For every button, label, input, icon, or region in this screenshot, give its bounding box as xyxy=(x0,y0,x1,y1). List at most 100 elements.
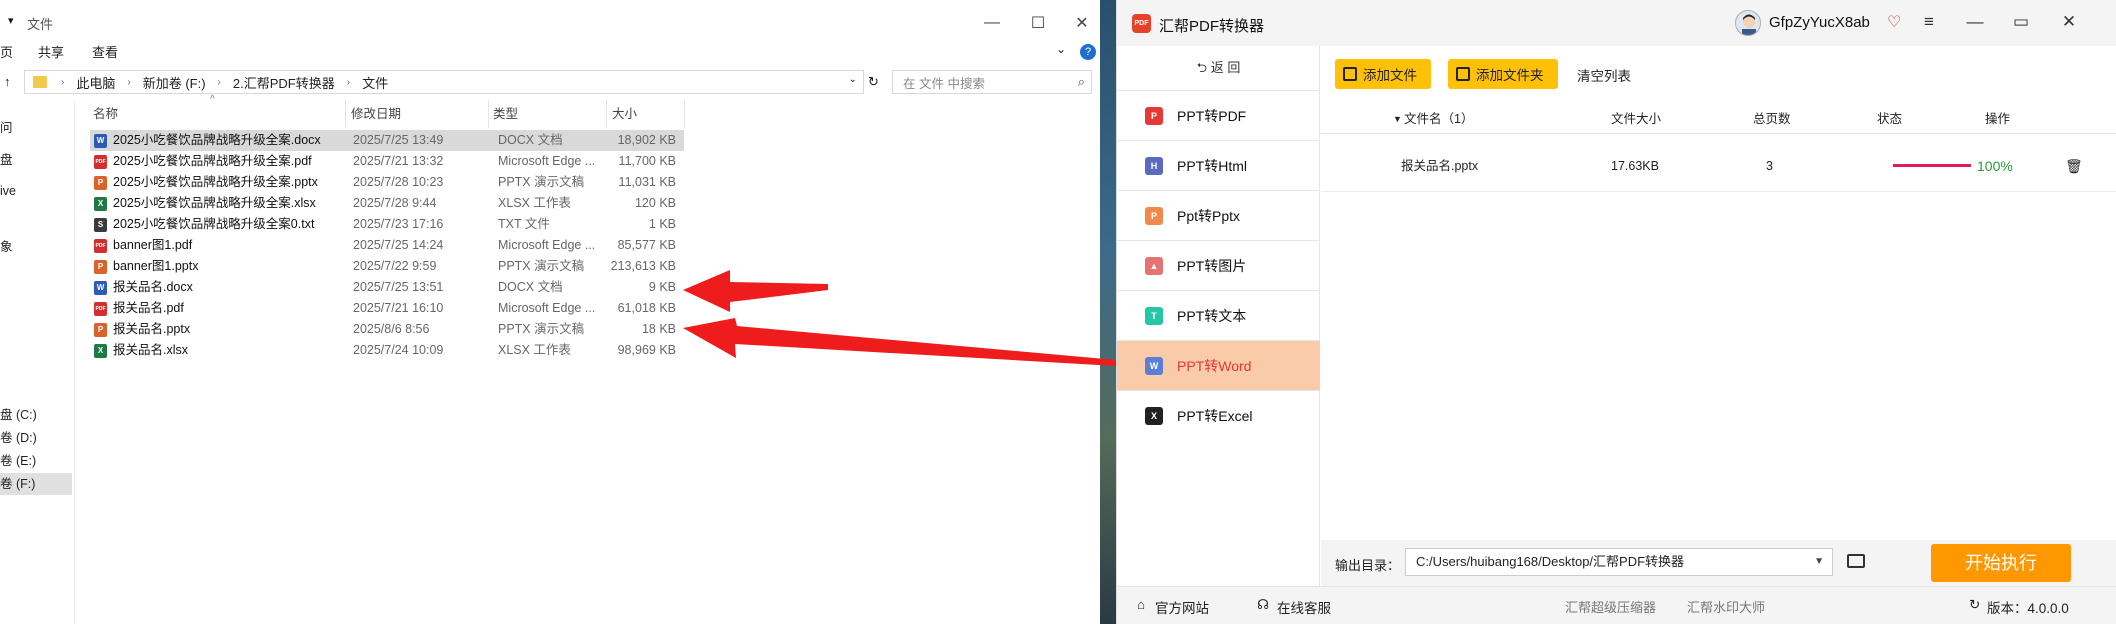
file-row[interactable]: S 2025小吃餐饮品牌战略升级全案0.txt 2025/7/23 17:16 TXT… xyxy=(90,214,684,235)
sidebar-item-ppt-word[interactable]: W PPT转Word xyxy=(1117,340,1320,390)
chevron-down-icon[interactable]: ⌄ xyxy=(849,74,857,85)
tab-share[interactable]: 共享 xyxy=(38,42,64,61)
file-row[interactable]: X 报关品名.xlsx 2025/7/24 10:09 XLSX 工作表 98,969 … xyxy=(90,340,684,361)
folder-add-icon xyxy=(1456,67,1470,81)
pptx-icon: P xyxy=(1145,207,1163,225)
app-titlebar: PDF 汇帮PDF转换器 GfpZyYucX8ab ♡ ≡ — ▭ ✕ xyxy=(1117,0,2116,46)
file-row[interactable]: PDF 2025小吃餐饮品牌战略升级全案.pdf 2025/7/21 13:32 Mi… xyxy=(90,151,684,172)
word-icon: W xyxy=(1145,357,1163,375)
output-label: 输出目录： xyxy=(1335,558,1401,573)
help-icon[interactable]: ? xyxy=(1080,44,1096,60)
file-size: 120 KB xyxy=(634,196,676,210)
sidebar-item-ppt-pdf[interactable]: P PPT转PDF xyxy=(1117,90,1320,140)
column-header-date[interactable]: 修改日期 xyxy=(351,100,401,128)
header-filename: 文件名（1） xyxy=(1404,112,1474,126)
explorer-titlebar: ▾ 文件 — ☐ ✕ xyxy=(0,0,1100,42)
file-row[interactable]: W 2025小吃餐饮品牌战略升级全案.docx 2025/7/25 13:49 DOC… xyxy=(90,130,684,151)
app-name: 汇帮PDF转换器 xyxy=(1159,18,1265,35)
file-date: 2025/7/22 9:59 xyxy=(353,259,437,273)
watermark-link[interactable]: 汇帮水印大师 xyxy=(1687,597,1765,616)
maximize-button[interactable]: ▭ xyxy=(2009,12,2033,32)
file-size: 61,018 KB xyxy=(617,301,676,315)
nav-item-drive-c[interactable]: 盘 (C:) xyxy=(0,404,72,426)
file-row[interactable]: P 报关品名.pptx 2025/8/6 8:56 PPTX 演示文稿 18 KB xyxy=(90,319,684,340)
close-button[interactable]: ✕ xyxy=(2057,12,2081,32)
up-arrow-icon[interactable]: ↑ xyxy=(4,74,11,89)
file-type: PPTX 演示文稿 xyxy=(498,259,585,273)
username[interactable]: GfpZyYucX8ab xyxy=(1769,14,1870,31)
file-size: 11,031 KB xyxy=(618,175,676,189)
breadcrumb-drive[interactable]: 新加卷 (F:) xyxy=(143,73,206,92)
tab-view[interactable]: 查看 xyxy=(92,42,118,61)
compressor-link[interactable]: 汇帮超级压缩器 xyxy=(1565,597,1656,616)
file-row[interactable]: P 2025小吃餐饮品牌战略升级全案.pptx 2025/7/28 10:23 PPT… xyxy=(90,172,684,193)
file-row[interactable]: W 报关品名.docx 2025/7/25 13:51 DOCX 文档 9 KB xyxy=(90,277,684,298)
close-button[interactable]: ✕ xyxy=(1062,10,1102,36)
file-date: 2025/8/6 8:56 xyxy=(353,322,430,336)
file-size: 18 KB xyxy=(641,322,676,336)
online-service-link[interactable]: 在线客服 xyxy=(1277,597,1331,617)
minimize-button[interactable]: — xyxy=(1963,12,1987,32)
sidebar-item-ppt-[interactable]: T PPT转文本 xyxy=(1117,290,1320,340)
column-header-name[interactable]: 名称 xyxy=(93,100,118,128)
nav-item[interactable]: 问 xyxy=(0,117,72,139)
file-name: 2025小吃餐饮品牌战略升级全案.xlsx xyxy=(113,196,316,210)
file-date: 2025/7/25 14:24 xyxy=(353,238,444,252)
file-row[interactable]: X 2025小吃餐饮品牌战略升级全案.xlsx 2025/7/28 9:44 XLSX… xyxy=(90,193,684,214)
search-input[interactable]: 在 文件 中搜索 ⌕ xyxy=(892,70,1092,94)
back-label: 返 回 xyxy=(1210,60,1241,75)
file-row[interactable]: PDF 报关品名.pdf 2025/7/21 16:10 Microsoft Edge… xyxy=(90,298,684,319)
sort-arrow-icon[interactable]: ▼ xyxy=(1393,104,1402,134)
column-header-size[interactable]: 大小 xyxy=(612,100,637,128)
start-button[interactable]: 开始执行 xyxy=(1931,544,2071,582)
file-table-row[interactable]: 报关品名.pptx 17.63KB 3 100% 🗑 xyxy=(1321,140,2116,192)
headset-icon: ☊ xyxy=(1257,597,1269,612)
minimize-button[interactable]: — xyxy=(972,10,1012,36)
nav-item-drive-e[interactable]: 卷 (E:) xyxy=(0,450,72,472)
file-name: 报关品名.pptx xyxy=(113,322,191,336)
breadcrumb-folder[interactable]: 2.汇帮PDF转换器 xyxy=(233,73,335,92)
sidebar-item-ppt-[interactable]: ▲ PPT转图片 xyxy=(1117,240,1320,290)
sidebar-item-ppt-pptx[interactable]: P Ppt转Pptx xyxy=(1117,190,1320,240)
file-row[interactable]: PDF banner图1.pdf 2025/7/25 14:24 Microsoft … xyxy=(90,235,684,256)
file-type: DOCX 文档 xyxy=(498,280,563,294)
add-folder-button[interactable]: 添加文件夹 xyxy=(1448,59,1558,89)
sidebar-item-label: PPT转文本 xyxy=(1177,307,1247,324)
clear-list-button[interactable]: 清空列表 xyxy=(1577,65,1631,85)
sidebar-item-ppt-excel[interactable]: X PPT转Excel xyxy=(1117,390,1320,440)
nav-item[interactable]: ive xyxy=(0,180,72,202)
trash-icon[interactable]: 🗑 xyxy=(2065,140,2083,192)
file-name: 报关品名.xlsx xyxy=(113,343,189,357)
file-date: 2025/7/24 10:09 xyxy=(353,343,444,357)
address-bar[interactable]: › 此电脑 › 新加卷 (F:) › 2.汇帮PDF转换器 › 文件 ⌄ xyxy=(24,70,864,94)
nav-item-drive-f[interactable]: 卷 (F:) xyxy=(0,473,72,495)
column-header-type[interactable]: 类型 xyxy=(493,100,518,128)
pdf-icon: PDF xyxy=(94,239,107,253)
footer: ⌂ 官方网站 ☊ 在线客服 汇帮超级压缩器 汇帮水印大师 ↻ 版本：4.0.0.… xyxy=(1117,586,2116,624)
output-path-select[interactable]: C:/Users/huibang168/Desktop/汇帮PDF转换器 ▼ xyxy=(1405,548,1833,576)
nav-item[interactable]: 盘 xyxy=(0,149,72,171)
breadcrumb-this-pc[interactable]: 此电脑 xyxy=(76,73,115,92)
refresh-icon[interactable]: ↻ xyxy=(868,74,879,90)
nav-item-drive-d[interactable]: 卷 (D:) xyxy=(0,427,72,449)
avatar[interactable] xyxy=(1735,10,1761,36)
menu-icon[interactable]: ≡ xyxy=(1917,12,1941,32)
file-row[interactable]: Pbanner图1.pptx 2025/7/22 9:59 PPTX 演示文稿 213… xyxy=(90,256,684,277)
maximize-button[interactable]: ☐ xyxy=(1018,10,1058,36)
file-type: Microsoft Edge ... xyxy=(498,154,596,168)
chevron-down-icon[interactable]: ⌄ xyxy=(1056,42,1066,56)
file-type: Microsoft Edge ... xyxy=(498,301,596,315)
explorer-title: 文件 xyxy=(27,17,54,32)
nav-item[interactable]: 象 xyxy=(0,236,72,258)
file-date: 2025/7/21 16:10 xyxy=(353,301,444,315)
add-file-button[interactable]: 添加文件 xyxy=(1335,59,1431,89)
tab-home[interactable]: 页 xyxy=(0,42,13,61)
sidebar-item-ppt-html[interactable]: H PPT转Html xyxy=(1117,140,1320,190)
vip-heart-icon[interactable]: ♡ xyxy=(1887,12,1901,32)
folder-icon xyxy=(33,76,47,88)
breadcrumb-current[interactable]: 文件 xyxy=(362,73,388,92)
open-folder-icon[interactable] xyxy=(1847,554,1865,568)
official-site-link[interactable]: 官方网站 xyxy=(1155,597,1209,617)
back-button[interactable]: ⮌ 返 回 xyxy=(1117,46,1320,90)
excel-icon: X xyxy=(94,344,107,358)
